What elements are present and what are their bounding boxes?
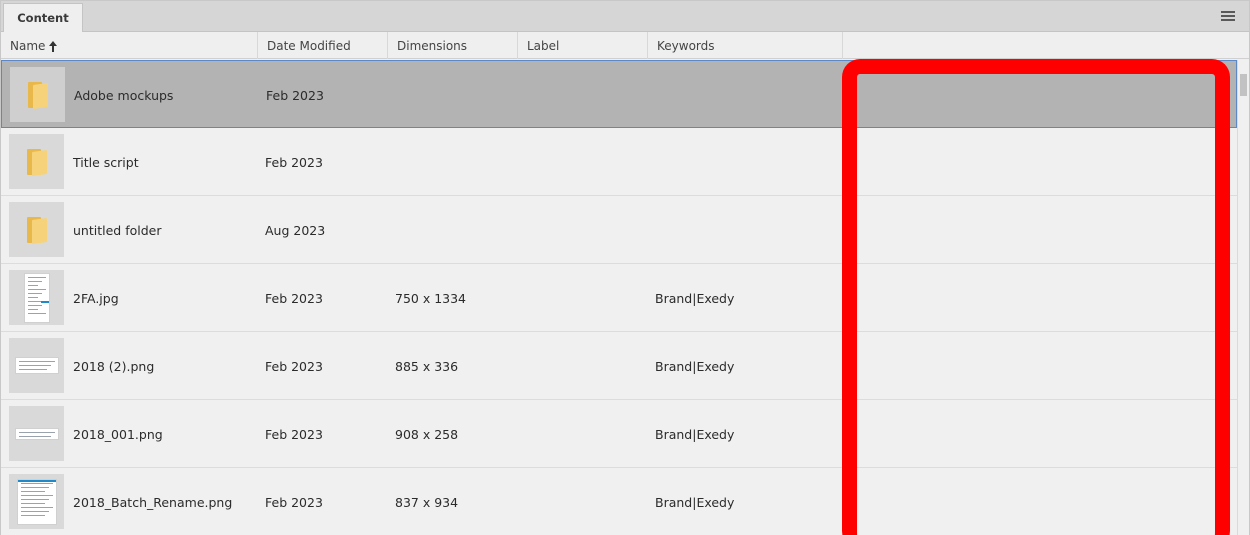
column-header-name[interactable]: Name — [1, 32, 258, 59]
thumbnail — [9, 202, 64, 257]
image-thumbnail-icon — [23, 272, 50, 323]
file-name: 2018 (2).png — [73, 358, 155, 374]
date-modified: Aug 2023 — [265, 222, 326, 238]
folder-icon — [26, 148, 47, 176]
file-name: 2018_Batch_Rename.png — [73, 494, 233, 510]
file-name: Adobe mockups — [74, 87, 174, 103]
file-name: 2FA.jpg — [73, 290, 119, 306]
folder-icon — [26, 216, 47, 244]
column-header-keywords[interactable]: Keywords — [648, 32, 843, 59]
date-modified: Feb 2023 — [265, 494, 323, 510]
image-thumbnail-icon — [14, 427, 59, 440]
file-row[interactable]: 2018_Batch_Rename.png Feb 2023 837 x 934 Br… — [1, 468, 1237, 535]
keywords: Brand|Exedy — [655, 426, 735, 442]
thumbnail — [9, 338, 64, 393]
column-header-row: Name Date Modified Dimensions Label Keyw… — [1, 32, 1249, 59]
date-modified: Feb 2023 — [265, 290, 323, 306]
thumbnail — [9, 406, 64, 461]
date-modified: Feb 2023 — [265, 426, 323, 442]
thumbnail — [9, 270, 64, 325]
keywords: Brand|Exedy — [655, 358, 735, 374]
date-modified: Feb 2023 — [265, 154, 323, 170]
file-row[interactable]: untitled folder Aug 2023 — [1, 196, 1237, 264]
thumbnail — [9, 474, 64, 529]
scrollbar-thumb[interactable] — [1240, 74, 1247, 96]
hamburger-menu-icon[interactable] — [1221, 11, 1235, 21]
dimensions: 908 x 258 — [395, 426, 459, 442]
vertical-scrollbar[interactable] — [1237, 60, 1249, 535]
file-name: Title script — [73, 154, 139, 170]
column-header-name-label: Name — [10, 38, 46, 53]
file-name: 2018_001.png — [73, 426, 163, 442]
file-row[interactable]: 2018 (2).png Feb 2023 885 x 336 Brand|Exedy — [1, 332, 1237, 400]
sort-ascending-icon — [49, 40, 58, 52]
image-thumbnail-icon — [14, 357, 59, 374]
content-panel: Content Name Date Modified Dimensions La… — [0, 0, 1250, 535]
keywords: Brand|Exedy — [655, 494, 735, 510]
thumbnail — [10, 67, 65, 122]
file-row[interactable]: Adobe mockups Feb 2023 — [1, 60, 1237, 128]
dimensions: 837 x 934 — [395, 494, 459, 510]
dimensions: 885 x 336 — [395, 358, 459, 374]
folder-icon — [27, 81, 48, 109]
tab-content[interactable]: Content — [3, 3, 83, 32]
column-header-label[interactable]: Label — [518, 32, 648, 59]
file-row[interactable]: 2018_001.png Feb 2023 908 x 258 Brand|Exedy — [1, 400, 1237, 468]
column-header-date-modified[interactable]: Date Modified — [258, 32, 388, 59]
file-row[interactable]: 2FA.jpg Feb 2023 750 x 1334 Brand|Exedy — [1, 264, 1237, 332]
dimensions: 750 x 1334 — [395, 290, 467, 306]
keywords: Brand|Exedy — [655, 290, 735, 306]
file-row[interactable]: Title script Feb 2023 — [1, 128, 1237, 196]
panel-tab-bar: Content — [1, 1, 1249, 32]
image-thumbnail-icon — [16, 478, 57, 525]
column-header-dimensions[interactable]: Dimensions — [388, 32, 518, 59]
date-modified: Feb 2023 — [266, 87, 324, 103]
date-modified: Feb 2023 — [265, 358, 323, 374]
thumbnail — [9, 134, 64, 189]
file-name: untitled folder — [73, 222, 162, 238]
file-list: Adobe mockups Feb 2023 Title script Feb 202… — [1, 60, 1237, 535]
